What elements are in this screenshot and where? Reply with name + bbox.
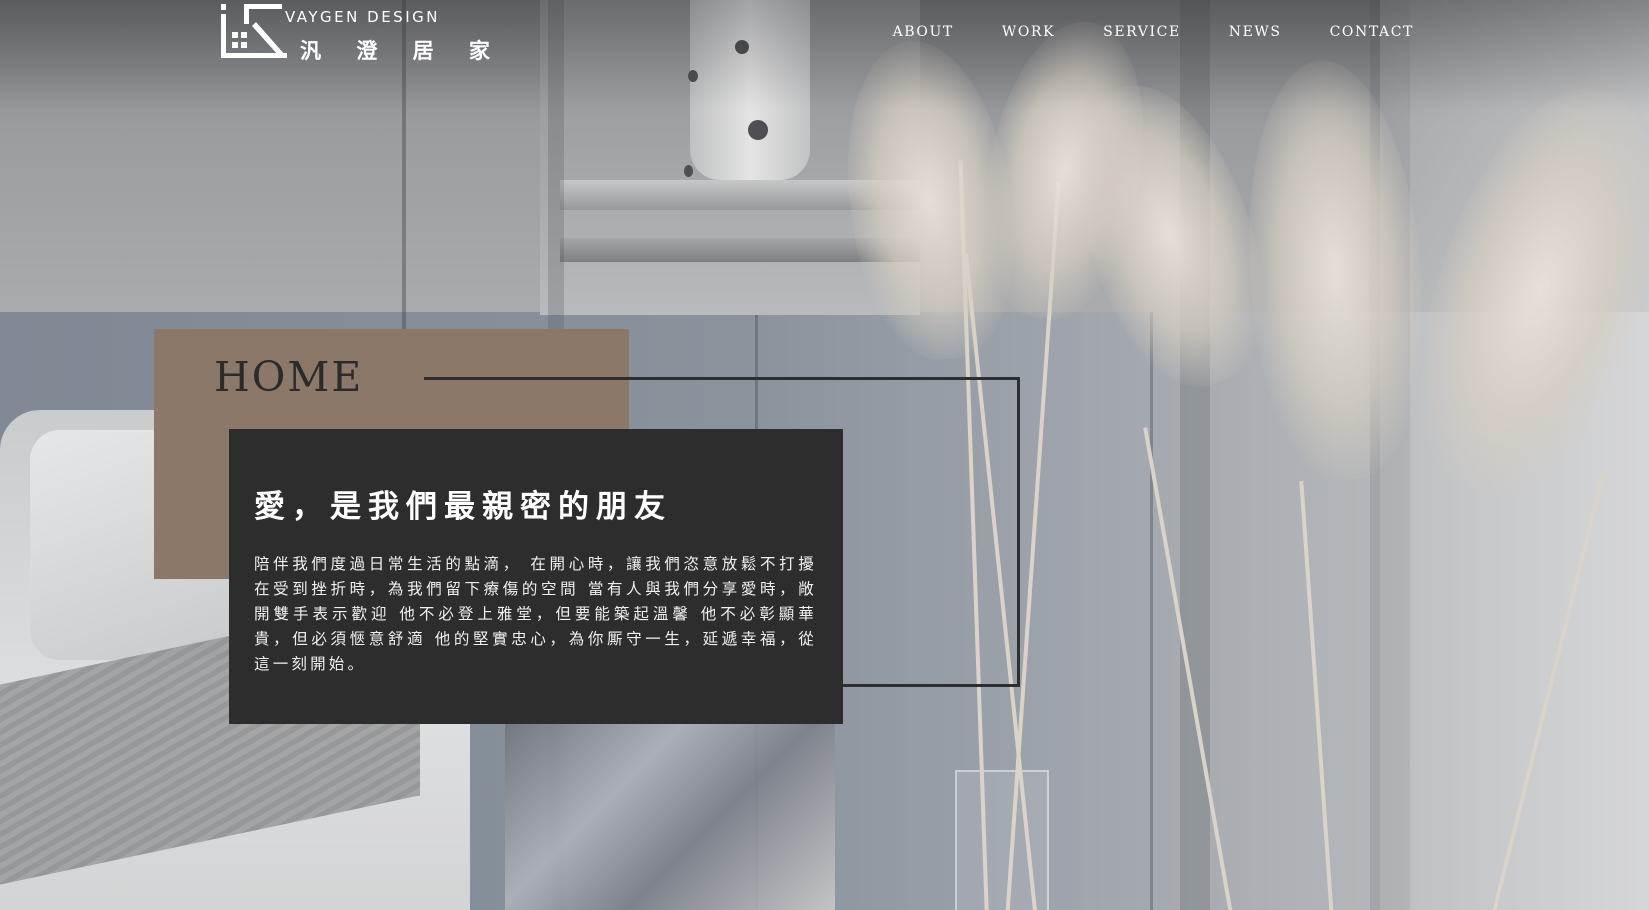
site-header: VAYGEN DESIGN 汎 澄 居 家 ABOUT WORK SERVICE… bbox=[0, 0, 1649, 70]
nav-link-contact[interactable]: CONTACT bbox=[1306, 24, 1414, 40]
hero-text-card: 愛，是我們最親密的朋友 陪伴我們度過日常生活的點滴， 在開心時，讓我們恣意放鬆不… bbox=[229, 429, 843, 724]
hero-heading: 愛，是我們最親密的朋友 bbox=[254, 489, 672, 525]
nav-link-work[interactable]: WORK bbox=[978, 24, 1079, 40]
brand-name-en: VAYGEN DESIGN bbox=[285, 8, 440, 26]
brand-name-zh: 汎 澄 居 家 bbox=[300, 39, 504, 63]
main-nav: ABOUT WORK SERVICE NEWS CONTACT bbox=[869, 24, 1414, 40]
vaygen-logo-mark-icon bbox=[221, 4, 287, 58]
section-title: HOME bbox=[214, 353, 364, 401]
nav-link-news[interactable]: NEWS bbox=[1205, 24, 1306, 40]
hero-body-text: 陪伴我們度過日常生活的點滴， 在開心時，讓我們恣意放鬆不打擾 在受到挫折時，為我… bbox=[254, 555, 817, 673]
nav-link-about[interactable]: ABOUT bbox=[869, 24, 978, 40]
nav-link-service[interactable]: SERVICE bbox=[1079, 24, 1205, 40]
brand-logo[interactable]: VAYGEN DESIGN 汎 澄 居 家 bbox=[220, 2, 490, 63]
page: VAYGEN DESIGN 汎 澄 居 家 ABOUT WORK SERVICE… bbox=[0, 0, 1649, 910]
